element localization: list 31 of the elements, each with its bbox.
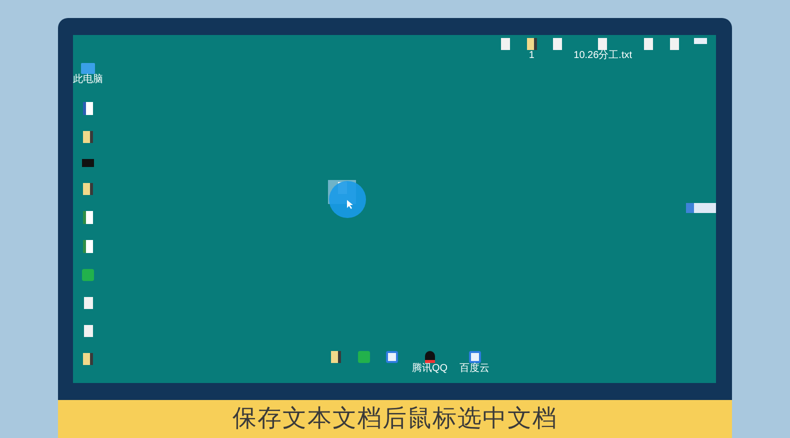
- spreadsheet-icon: [83, 240, 93, 253]
- penguin-icon: [424, 351, 435, 363]
- cloud-app-icon: [468, 351, 481, 363]
- app-icon: [82, 269, 94, 281]
- spreadsheet-icon: [83, 211, 93, 224]
- text-file-icon: [553, 38, 562, 50]
- cloud-app-icon: [386, 351, 398, 363]
- folder-icon: [83, 183, 93, 195]
- side-widget-tab[interactable]: [686, 203, 716, 213]
- text-file-icon: [670, 38, 678, 50]
- app-icon: [358, 351, 370, 363]
- icon-label[interactable]: 1: [528, 50, 534, 62]
- folder-icon: [83, 131, 93, 143]
- computer-icon: [81, 63, 95, 74]
- mouse-cursor-icon: [347, 200, 353, 209]
- icon-label[interactable]: 10.26分工.txt: [574, 50, 632, 62]
- folder-icon: [526, 38, 537, 50]
- text-file-icon: [644, 38, 652, 50]
- document-icon: [83, 102, 93, 115]
- text-file-icon: [598, 38, 608, 50]
- icon-label[interactable]: 腾讯QQ: [412, 363, 448, 375]
- icon-label[interactable]: 此电脑: [73, 74, 103, 86]
- folder-icon: [83, 353, 93, 365]
- icon-label[interactable]: 百度云: [460, 363, 490, 375]
- caption-text: 保存文本文档后鼠标选中文档: [232, 404, 558, 434]
- image-file-icon: [694, 38, 706, 44]
- text-file-icon: [84, 297, 92, 309]
- video-file-icon: [82, 159, 94, 167]
- text-file-icon: [501, 38, 510, 50]
- text-file-icon: [84, 325, 92, 337]
- folder-icon: [331, 351, 341, 363]
